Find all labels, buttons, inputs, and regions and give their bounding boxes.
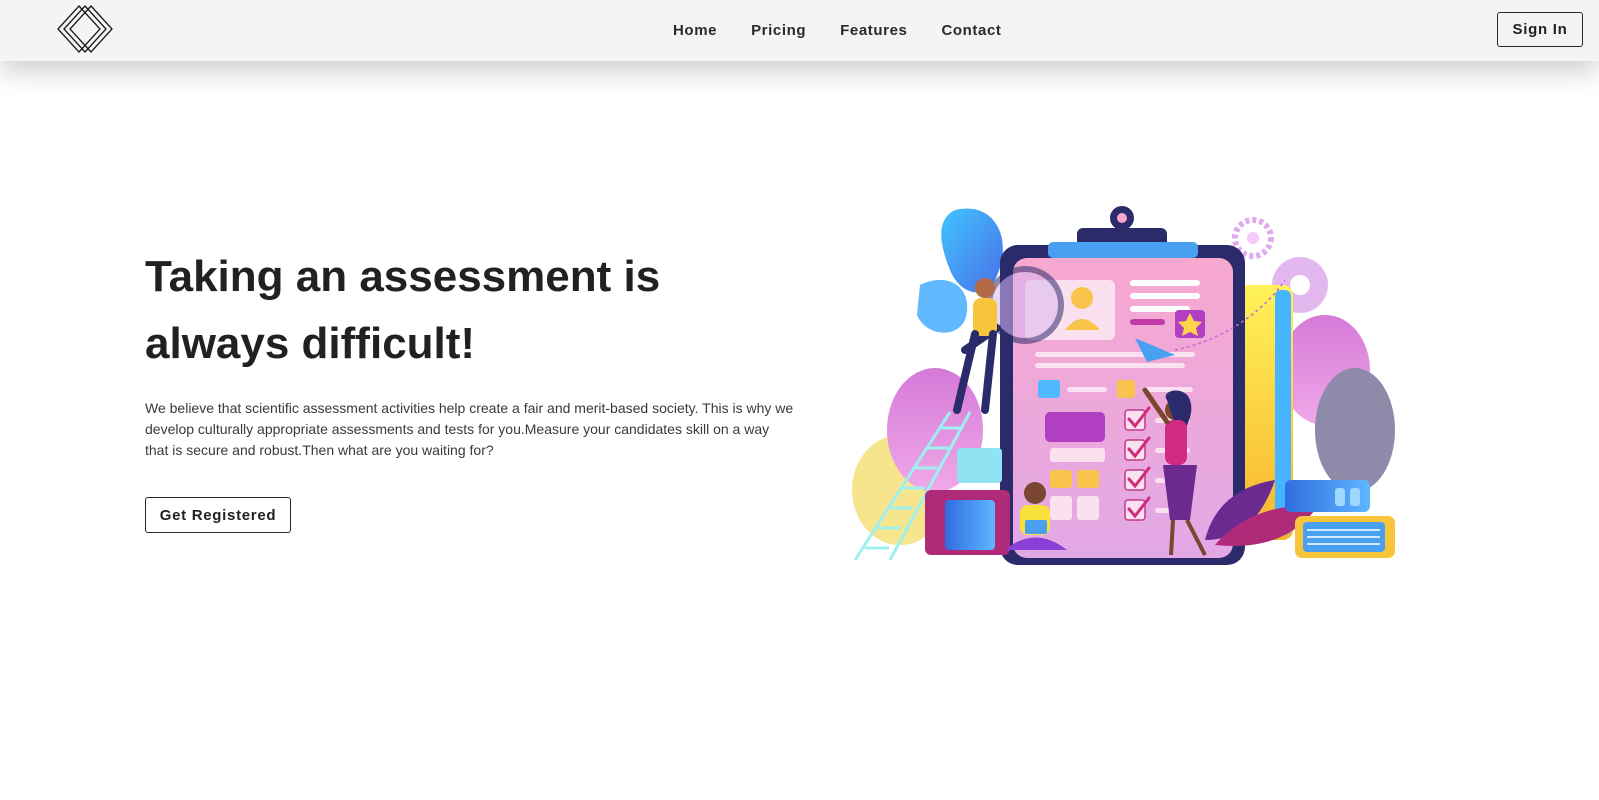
sign-in-button[interactable]: Sign In	[1497, 12, 1583, 47]
top-navbar: Home Pricing Features Contact Sign In	[0, 0, 1599, 61]
nav-home-link[interactable]: Home	[673, 22, 717, 39]
hero-title: Taking an assessment is always difficult…	[145, 243, 745, 377]
logo-icon[interactable]	[57, 3, 123, 57]
nav-pricing-link[interactable]: Pricing	[751, 22, 806, 39]
hero-title-line-1: Taking an assessment is	[145, 252, 661, 301]
main-nav: Home Pricing Features Contact	[673, 19, 1002, 41]
assessment-illustration-icon	[852, 206, 1395, 565]
hero-description: We believe that scientific assessment ac…	[145, 400, 794, 458]
right-gray-bush-shape	[1315, 368, 1395, 492]
blue-leaf-shape	[941, 208, 1003, 293]
hero-title-line-2: always difficult!	[145, 319, 476, 368]
nav-features-link[interactable]: Features	[840, 22, 907, 39]
get-registered-button[interactable]: Get Registered	[145, 497, 291, 533]
nav-contact-link[interactable]: Contact	[941, 22, 1001, 39]
